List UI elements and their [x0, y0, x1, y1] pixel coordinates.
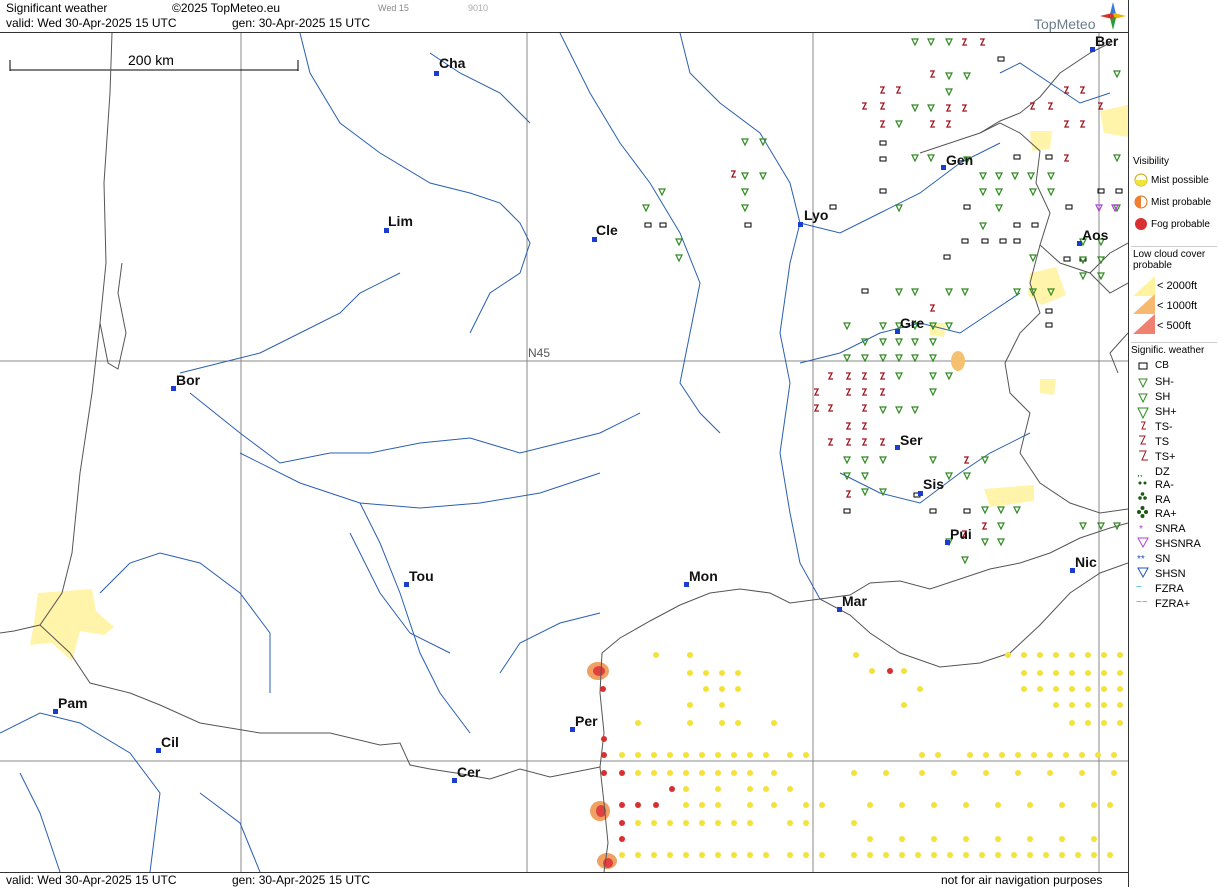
- footer-valid-time: valid: Wed 30-Apr-2025 15 UTC: [6, 873, 177, 887]
- legend-ra-light: RA-: [1155, 479, 1174, 491]
- city-label: Mar: [842, 593, 867, 609]
- legend-lc-500: < 500ft: [1157, 320, 1191, 332]
- legend-sh-light: SH-: [1155, 376, 1174, 388]
- sigwx-icons: ,, * ** ~ ~~: [1136, 362, 1149, 608]
- legend-fzra: FZRA: [1155, 583, 1184, 595]
- legend-dz: DZ: [1155, 466, 1170, 478]
- svg-text:~~: ~~: [1136, 597, 1148, 608]
- city-label: Sis: [923, 476, 945, 492]
- legend-panel: Visibility Mist possible Mist probable F…: [1128, 0, 1219, 887]
- legend-ts-light: TS-: [1155, 421, 1173, 433]
- fog-areas: [587, 351, 965, 869]
- valid-time: valid: Wed 30-Apr-2025 15 UTC: [6, 16, 177, 30]
- svg-text:,,: ,,: [1137, 468, 1143, 479]
- latitude-label: N45: [528, 346, 551, 360]
- city-label: Ber: [1095, 33, 1119, 49]
- legend-cb: CB: [1155, 360, 1169, 371]
- legend-sh: SH: [1155, 391, 1171, 403]
- legend-ts: TS: [1155, 436, 1170, 448]
- logo-text: TopMeteo: [1034, 16, 1096, 32]
- city-label: Cle: [596, 222, 618, 238]
- day-hour-label: Wed 15: [378, 3, 409, 13]
- scale-label: 200 km: [128, 52, 174, 68]
- city-label: Ser: [900, 432, 923, 448]
- svg-text:**: **: [1137, 554, 1145, 565]
- city-label: Aos: [1082, 227, 1109, 243]
- legend-ts-heavy: TS+: [1155, 451, 1176, 463]
- copyright: ©2025 TopMeteo.eu: [172, 1, 281, 15]
- legend-ra: RA: [1155, 494, 1171, 506]
- footer-disclaimer: not for air navigation purposes: [941, 873, 1103, 887]
- city-label: Per: [575, 713, 598, 729]
- legend-fog-probable: Fog probable: [1151, 219, 1210, 230]
- low-cloud-icons: [1133, 276, 1155, 334]
- legend-ra-heavy: RA+: [1155, 508, 1177, 520]
- header-bar: Significant weather ©2025 TopMeteo.eu We…: [0, 0, 1128, 33]
- city-label: Nic: [1075, 554, 1097, 570]
- legend-snra: SNRA: [1155, 523, 1186, 535]
- visibility-icons: [1134, 173, 1148, 230]
- city-label: Pam: [58, 695, 88, 711]
- legend-sh-heavy: SH+: [1155, 406, 1177, 418]
- legend-lc-2000: < 2000ft: [1157, 280, 1198, 292]
- compass-logo-icon: [1100, 2, 1126, 30]
- city-marker: [434, 71, 439, 76]
- footer-generated-time: gen: 30-Apr-2025 15 UTC: [232, 873, 371, 887]
- city-label: Cer: [457, 764, 481, 780]
- legend-mist-probable: Mist probable: [1151, 197, 1212, 208]
- svg-text:*: *: [1139, 524, 1143, 535]
- city-label: Tou: [409, 568, 434, 584]
- legend-sn: SN: [1155, 553, 1171, 565]
- legend-sigwx-title: Signific. weather: [1131, 345, 1205, 356]
- city-label: Cha: [439, 55, 466, 71]
- legend-shsnra: SHSNRA: [1155, 538, 1201, 550]
- product-title: Significant weather: [6, 1, 108, 15]
- fog-symbols: [600, 668, 893, 842]
- legend-visibility-title: Visibility: [1133, 156, 1169, 167]
- footer-bar: valid: Wed 30-Apr-2025 15 UTC gen: 30-Ap…: [0, 872, 1128, 888]
- city-label: Mon: [689, 568, 718, 584]
- city-label: Lyo: [804, 207, 829, 223]
- city-label: Gen: [946, 152, 974, 168]
- legend-mist-possible: Mist possible: [1151, 175, 1209, 186]
- legend-low-cloud-title: Low cloud cover probable: [1133, 249, 1206, 271]
- legend-fzra-heavy: FZRA+: [1155, 598, 1191, 610]
- legend-lc-1000: < 1000ft: [1157, 300, 1198, 312]
- legend-shsn: SHSN: [1155, 568, 1186, 580]
- code-label: 9010: [468, 3, 489, 13]
- city-label: Gre: [900, 315, 925, 331]
- generated-time: gen: 30-Apr-2025 15 UTC: [232, 16, 371, 30]
- svg-text:~: ~: [1136, 582, 1142, 593]
- city-label: Cil: [161, 734, 179, 750]
- city-label: Pui: [950, 526, 972, 542]
- weather-map: N45 200 km Cha Lim Cle Lyo Ber Gen Aos G…: [0, 33, 1128, 872]
- city-label: Lim: [388, 213, 413, 229]
- city-label: Bor: [176, 372, 201, 388]
- city-marker: [798, 222, 803, 227]
- mist-symbols: [619, 652, 1123, 858]
